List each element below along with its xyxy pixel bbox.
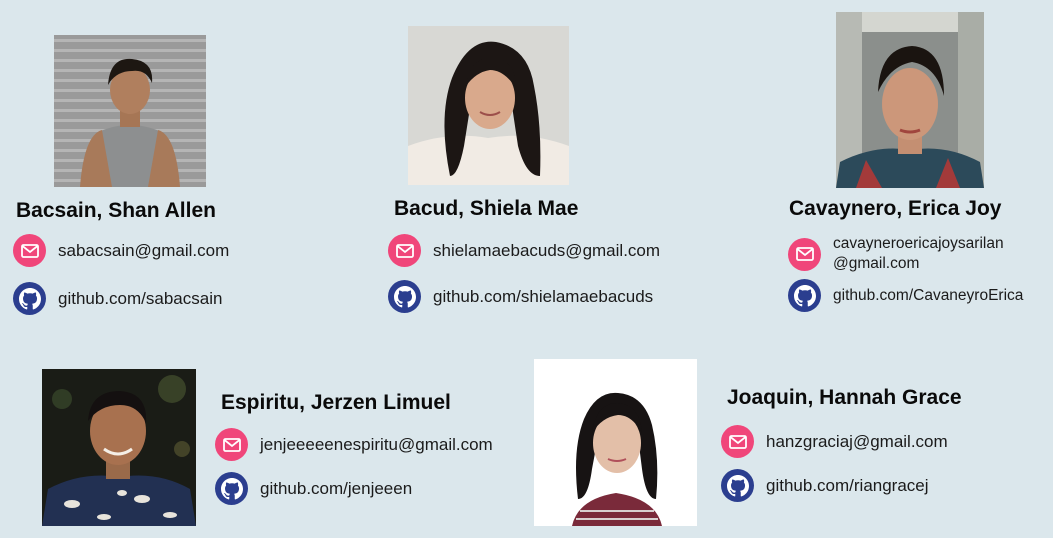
member-photo: [408, 26, 569, 185]
github-link[interactable]: github.com/CavaneyroErica: [833, 286, 1023, 306]
mail-icon: [388, 234, 421, 267]
email-row: sabacsain@gmail.com: [13, 234, 229, 267]
email-row: shielamaebacuds@gmail.com: [388, 234, 660, 267]
github-link[interactable]: github.com/jenjeeen: [260, 479, 412, 499]
github-row: github.com/CavaneyroErica: [788, 279, 1023, 312]
github-link[interactable]: github.com/riangracej: [766, 476, 929, 496]
github-icon: [388, 280, 421, 313]
email-link[interactable]: jenjeeeeenespiritu@gmail.com: [260, 435, 493, 455]
email-link[interactable]: hanzgraciaj@gmail.com: [766, 432, 948, 452]
email-row: cavayneroericajoysarilan @gmail.com: [788, 234, 1004, 274]
email-link[interactable]: shielamaebacuds@gmail.com: [433, 241, 660, 261]
email-row: jenjeeeeenespiritu@gmail.com: [215, 428, 493, 461]
member-photo: [836, 12, 984, 188]
github-link[interactable]: github.com/sabacsain: [58, 289, 222, 309]
member-photo: [534, 359, 697, 526]
github-link[interactable]: github.com/shielamaebacuds: [433, 287, 653, 307]
member-name: Espiritu, Jerzen Limuel: [221, 391, 451, 414]
github-icon: [721, 469, 754, 502]
member-name: Cavaynero, Erica Joy: [789, 197, 1002, 220]
github-row: github.com/jenjeeen: [215, 472, 412, 505]
email-row: hanzgraciaj@gmail.com: [721, 425, 948, 458]
member-name: Bacud, Shiela Mae: [394, 197, 579, 220]
github-row: github.com/sabacsain: [13, 282, 222, 315]
email-line-1: cavayneroericajoysarilan: [833, 235, 1004, 252]
member-photo: [54, 35, 206, 187]
mail-icon: [721, 425, 754, 458]
github-icon: [215, 472, 248, 505]
email-link[interactable]: cavayneroericajoysarilan @gmail.com: [833, 234, 1004, 274]
github-icon: [788, 279, 821, 312]
github-row: github.com/riangracej: [721, 469, 929, 502]
github-icon: [13, 282, 46, 315]
mail-icon: [788, 237, 821, 271]
mail-icon: [215, 428, 248, 461]
member-name: Joaquin, Hannah Grace: [727, 386, 962, 409]
member-photo: [42, 369, 196, 526]
email-line-2: @gmail.com: [833, 255, 920, 272]
email-link[interactable]: sabacsain@gmail.com: [58, 241, 229, 261]
github-row: github.com/shielamaebacuds: [388, 280, 653, 313]
member-name: Bacsain, Shan Allen: [16, 199, 216, 222]
mail-icon: [13, 234, 46, 267]
